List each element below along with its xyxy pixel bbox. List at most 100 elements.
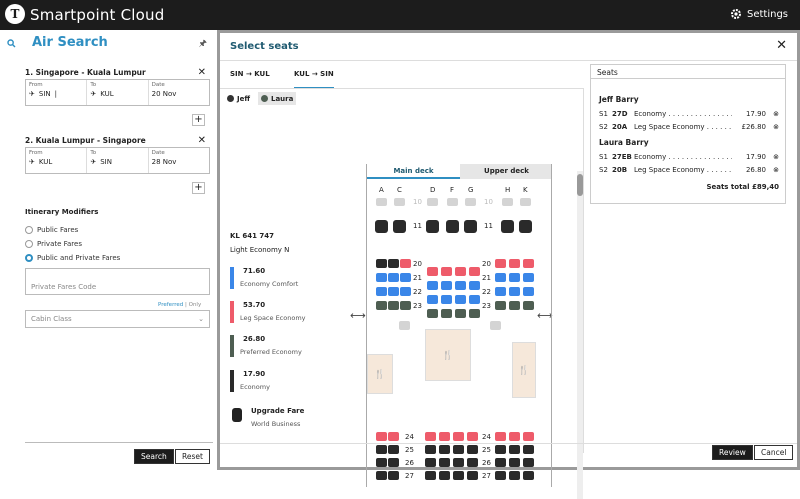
seat[interactable] bbox=[376, 458, 387, 467]
seat[interactable] bbox=[495, 287, 506, 296]
to-field[interactable]: To ✈ KUL bbox=[87, 80, 149, 105]
seat[interactable] bbox=[375, 220, 388, 233]
seat[interactable] bbox=[425, 471, 436, 480]
seat[interactable] bbox=[439, 432, 450, 441]
remove-icon[interactable]: ⊗ bbox=[768, 153, 779, 161]
seat[interactable] bbox=[453, 458, 464, 467]
seat[interactable] bbox=[400, 301, 411, 310]
seat[interactable] bbox=[453, 432, 464, 441]
seat[interactable] bbox=[495, 458, 506, 467]
seat[interactable] bbox=[441, 281, 452, 290]
close-icon[interactable]: ✕ bbox=[198, 67, 206, 78]
seat[interactable] bbox=[425, 445, 436, 454]
add-segment-button[interactable]: + bbox=[192, 114, 205, 126]
seat[interactable] bbox=[523, 301, 534, 310]
seat[interactable] bbox=[495, 432, 506, 441]
seat[interactable] bbox=[441, 295, 452, 304]
seat[interactable] bbox=[376, 471, 387, 480]
seat[interactable] bbox=[394, 198, 405, 206]
seat[interactable] bbox=[495, 445, 506, 454]
seat[interactable] bbox=[427, 281, 438, 290]
seat[interactable] bbox=[523, 287, 534, 296]
seat[interactable] bbox=[523, 471, 534, 480]
seat[interactable] bbox=[523, 273, 534, 282]
scrollbar-thumb[interactable] bbox=[577, 174, 583, 196]
seat[interactable] bbox=[455, 267, 466, 276]
seat[interactable] bbox=[467, 471, 478, 480]
seat[interactable] bbox=[441, 309, 452, 318]
seat[interactable] bbox=[509, 432, 520, 441]
seat[interactable] bbox=[453, 445, 464, 454]
seat[interactable] bbox=[388, 471, 399, 480]
seat[interactable] bbox=[388, 432, 399, 441]
remove-icon[interactable]: ⊗ bbox=[768, 110, 779, 118]
seat[interactable] bbox=[467, 432, 478, 441]
seat[interactable] bbox=[509, 259, 520, 268]
pin-icon[interactable]: 🖈 bbox=[199, 36, 207, 52]
tab-main-deck[interactable]: Main deck bbox=[367, 164, 460, 179]
fare-option-private[interactable]: Private Fares bbox=[25, 240, 82, 248]
seat[interactable] bbox=[376, 445, 387, 454]
seat[interactable] bbox=[376, 273, 387, 282]
seat[interactable] bbox=[427, 295, 438, 304]
seat[interactable] bbox=[427, 198, 438, 206]
seat[interactable] bbox=[523, 432, 534, 441]
add-segment-button[interactable]: + bbox=[192, 182, 205, 194]
cabin-class-select[interactable]: Cabin Class ⌄ bbox=[25, 310, 210, 328]
seat[interactable] bbox=[393, 220, 406, 233]
tab-upper-deck[interactable]: Upper deck bbox=[460, 164, 551, 179]
remove-icon[interactable]: ⊗ bbox=[768, 123, 779, 131]
seat[interactable] bbox=[502, 198, 513, 206]
seat[interactable] bbox=[523, 445, 534, 454]
remove-icon[interactable]: ⊗ bbox=[768, 166, 779, 174]
seat[interactable] bbox=[495, 273, 506, 282]
seat[interactable] bbox=[376, 198, 387, 206]
seat[interactable] bbox=[388, 273, 399, 282]
seat[interactable] bbox=[469, 281, 480, 290]
seat[interactable] bbox=[520, 198, 531, 206]
seat[interactable] bbox=[388, 445, 399, 454]
reset-button[interactable]: Reset bbox=[175, 449, 210, 464]
seat[interactable] bbox=[376, 432, 387, 441]
preferred-toggle[interactable]: Preferred | Only bbox=[158, 302, 201, 308]
seat[interactable] bbox=[439, 471, 450, 480]
fare-option-public[interactable]: Public Fares bbox=[25, 226, 78, 234]
seat[interactable] bbox=[425, 458, 436, 467]
seat[interactable] bbox=[509, 471, 520, 480]
seat[interactable] bbox=[455, 281, 466, 290]
close-icon[interactable]: ✕ bbox=[198, 135, 206, 146]
seat[interactable] bbox=[490, 321, 501, 330]
seat[interactable] bbox=[495, 471, 506, 480]
seat[interactable] bbox=[523, 458, 534, 467]
seat[interactable] bbox=[509, 458, 520, 467]
seat[interactable] bbox=[400, 273, 411, 282]
search-button[interactable]: Search bbox=[134, 449, 174, 464]
seat[interactable] bbox=[439, 458, 450, 467]
tab-sin-kul[interactable]: SIN → KUL bbox=[230, 70, 270, 78]
seat[interactable] bbox=[427, 267, 438, 276]
scrollbar[interactable] bbox=[577, 171, 583, 499]
seat[interactable] bbox=[399, 321, 410, 330]
seat[interactable] bbox=[376, 287, 387, 296]
seat[interactable] bbox=[519, 220, 532, 233]
seat[interactable] bbox=[501, 220, 514, 233]
seat[interactable] bbox=[439, 445, 450, 454]
seat[interactable] bbox=[509, 445, 520, 454]
from-field[interactable]: From ✈ KUL bbox=[26, 148, 88, 173]
seat[interactable] bbox=[495, 259, 506, 268]
seat[interactable] bbox=[469, 295, 480, 304]
seat[interactable] bbox=[465, 198, 476, 206]
expand-left-icon[interactable]: ⟷ bbox=[350, 309, 366, 322]
seat[interactable] bbox=[523, 259, 534, 268]
seat[interactable] bbox=[464, 220, 477, 233]
date-field[interactable]: Date 28 Nov bbox=[149, 148, 209, 173]
seat[interactable] bbox=[455, 295, 466, 304]
seat[interactable] bbox=[509, 301, 520, 310]
from-field[interactable]: From ✈ SIN | bbox=[26, 80, 88, 105]
cancel-button[interactable]: Cancel bbox=[754, 445, 794, 460]
seat[interactable] bbox=[388, 301, 399, 310]
seat[interactable] bbox=[425, 432, 436, 441]
seat[interactable] bbox=[469, 267, 480, 276]
seat[interactable] bbox=[469, 309, 480, 318]
close-icon[interactable]: ✕ bbox=[776, 38, 787, 53]
